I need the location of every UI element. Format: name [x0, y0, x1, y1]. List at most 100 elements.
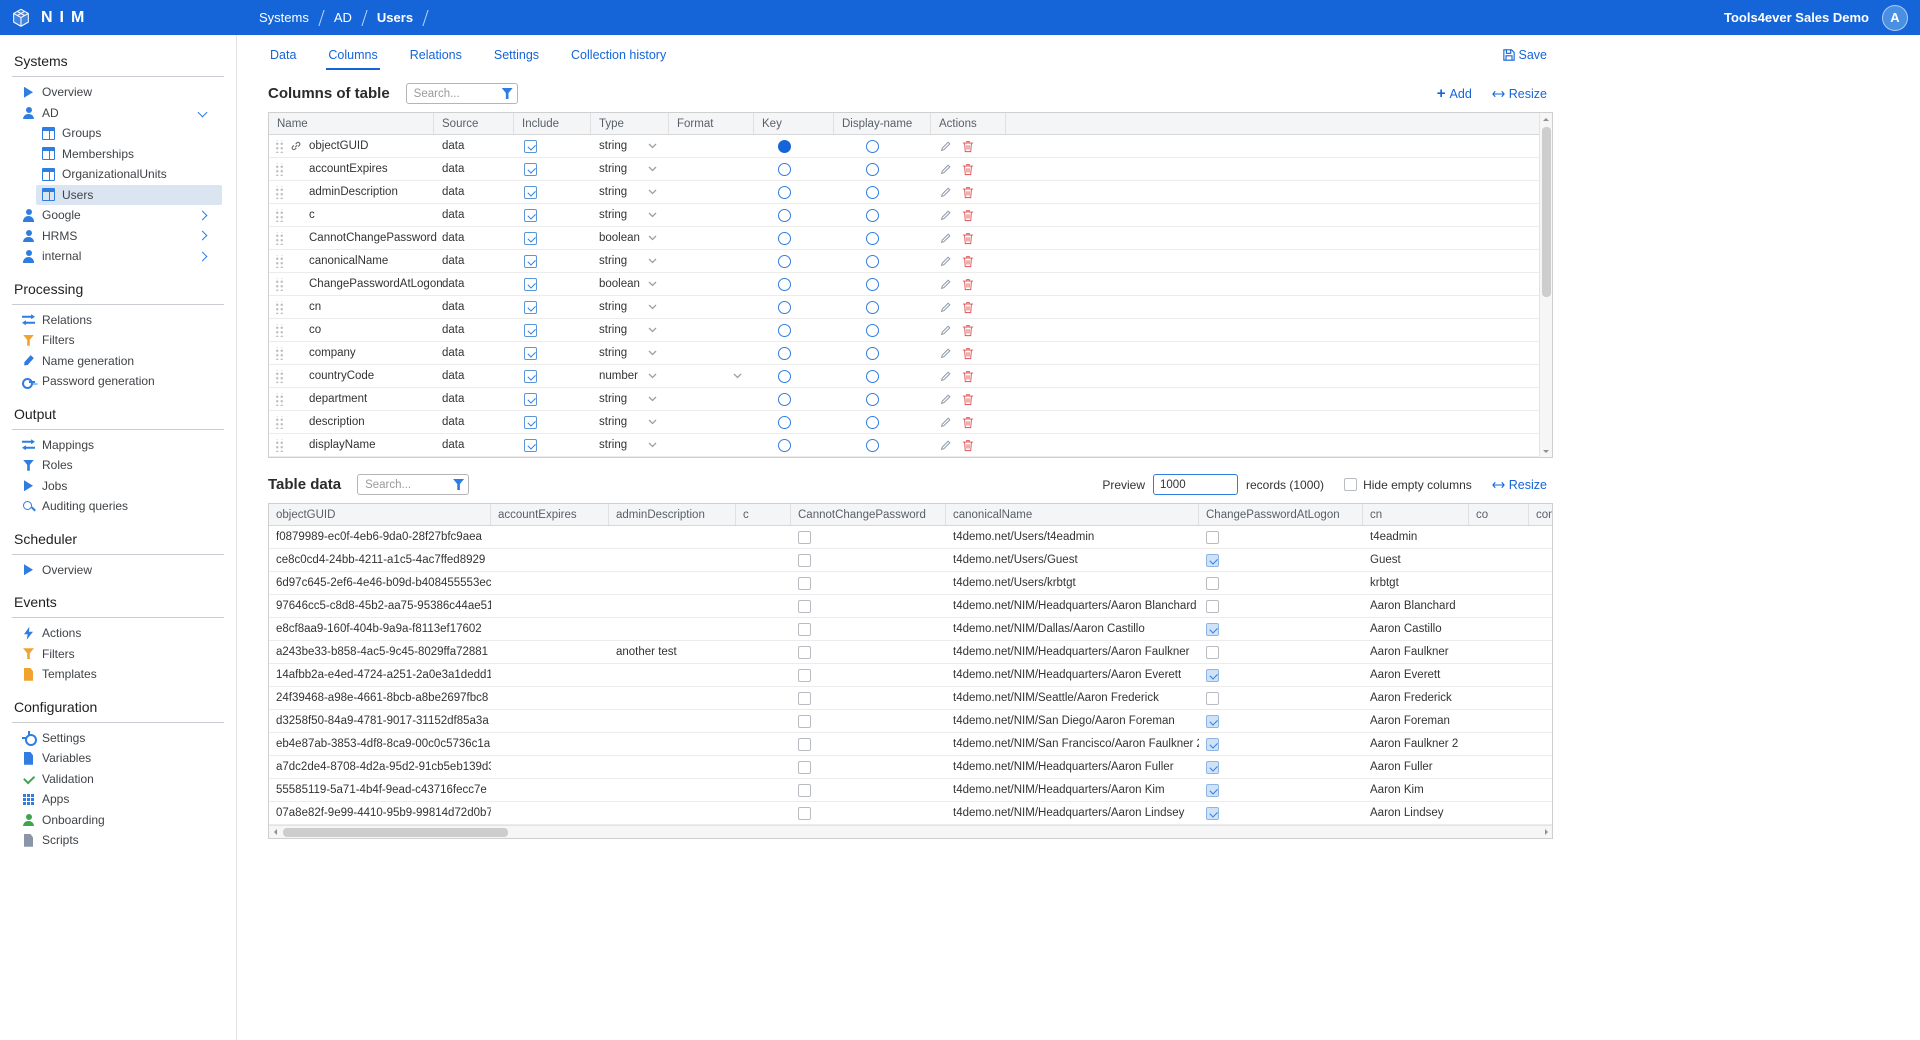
- include-checkbox[interactable]: [524, 140, 537, 153]
- type-dropdown-icon[interactable]: [648, 143, 657, 149]
- sidebar-item-overview[interactable]: Overview: [0, 560, 236, 581]
- sidebar-item-mappings[interactable]: Mappings: [0, 435, 236, 456]
- breadcrumb-item-systems[interactable]: Systems: [259, 10, 309, 25]
- edit-icon[interactable]: [939, 370, 952, 383]
- include-checkbox[interactable]: [524, 232, 537, 245]
- type-dropdown-icon[interactable]: [648, 189, 657, 195]
- cell-checkbox[interactable]: [1206, 531, 1219, 544]
- include-checkbox[interactable]: [524, 278, 537, 291]
- key-radio[interactable]: [778, 301, 791, 314]
- cell-checkbox[interactable]: [798, 531, 811, 544]
- resize-columns-button[interactable]: Resize: [1492, 87, 1547, 101]
- key-radio[interactable]: [778, 255, 791, 268]
- delete-icon[interactable]: [962, 347, 974, 360]
- cell-checkbox[interactable]: [1206, 669, 1219, 682]
- cell-checkbox[interactable]: [798, 692, 811, 705]
- cell-checkbox[interactable]: [798, 623, 811, 636]
- drag-handle-icon[interactable]: [275, 209, 284, 222]
- nim-logo[interactable]: NIM: [0, 7, 237, 29]
- cell-checkbox[interactable]: [1206, 784, 1219, 797]
- type-dropdown-icon[interactable]: [648, 350, 657, 356]
- cell-checkbox[interactable]: [798, 784, 811, 797]
- delete-icon[interactable]: [962, 255, 974, 268]
- delete-icon[interactable]: [962, 232, 974, 245]
- edit-icon[interactable]: [939, 416, 952, 429]
- displayname-radio[interactable]: [866, 232, 879, 245]
- delete-icon[interactable]: [962, 140, 974, 153]
- sidebar-item-organizationalunits[interactable]: OrganizationalUnits: [36, 164, 222, 185]
- type-dropdown-icon[interactable]: [648, 166, 657, 172]
- key-radio[interactable]: [778, 209, 791, 222]
- sidebar-item-google[interactable]: Google: [0, 205, 236, 226]
- chevron-right-icon[interactable]: [198, 210, 208, 220]
- sidebar-item-actions[interactable]: Actions: [0, 623, 236, 644]
- edit-icon[interactable]: [939, 347, 952, 360]
- scroll-left-arrow[interactable]: [270, 827, 281, 838]
- breadcrumb-item-users[interactable]: Users: [377, 10, 413, 25]
- include-checkbox[interactable]: [524, 255, 537, 268]
- displayname-radio[interactable]: [866, 301, 879, 314]
- key-radio[interactable]: [778, 278, 791, 291]
- tab-settings[interactable]: Settings: [492, 41, 541, 70]
- key-radio[interactable]: [778, 232, 791, 245]
- displayname-radio[interactable]: [866, 393, 879, 406]
- scroll-right-arrow[interactable]: [1540, 827, 1551, 838]
- sidebar-item-internal[interactable]: internal: [0, 246, 236, 267]
- key-radio[interactable]: [778, 370, 791, 383]
- cell-checkbox[interactable]: [1206, 692, 1219, 705]
- save-button[interactable]: Save: [1503, 48, 1548, 62]
- displayname-radio[interactable]: [866, 140, 879, 153]
- cell-checkbox[interactable]: [1206, 554, 1219, 567]
- chevron-down-icon[interactable]: [198, 108, 208, 118]
- sidebar-item-users[interactable]: Users: [36, 185, 222, 206]
- hide-empty-checkbox[interactable]: [1344, 478, 1357, 491]
- preview-count-input[interactable]: [1153, 474, 1238, 495]
- displayname-radio[interactable]: [866, 439, 879, 452]
- sidebar-item-filters[interactable]: Filters: [0, 330, 236, 351]
- edit-icon[interactable]: [939, 324, 952, 337]
- include-checkbox[interactable]: [524, 186, 537, 199]
- drag-handle-icon[interactable]: [275, 393, 284, 406]
- data-table-row[interactable]: f0879989-ec0f-4eb6-9da0-28f27bfc9aeat4de…: [269, 526, 1553, 549]
- cell-checkbox[interactable]: [1206, 715, 1219, 728]
- sidebar-item-relations[interactable]: Relations: [0, 310, 236, 331]
- drag-handle-icon[interactable]: [275, 232, 284, 245]
- sidebar-item-overview[interactable]: Overview: [0, 82, 236, 103]
- drag-handle-icon[interactable]: [275, 140, 284, 153]
- delete-icon[interactable]: [962, 324, 974, 337]
- cell-checkbox[interactable]: [798, 738, 811, 751]
- scroll-down-arrow[interactable]: [1541, 445, 1552, 456]
- edit-icon[interactable]: [939, 439, 952, 452]
- sidebar-item-filters[interactable]: Filters: [0, 644, 236, 665]
- displayname-radio[interactable]: [866, 416, 879, 429]
- sidebar-item-ad[interactable]: AD: [0, 103, 236, 124]
- edit-icon[interactable]: [939, 393, 952, 406]
- displayname-radio[interactable]: [866, 324, 879, 337]
- vertical-scrollbar-thumb[interactable]: [1542, 127, 1551, 297]
- include-checkbox[interactable]: [524, 439, 537, 452]
- scroll-up-arrow[interactable]: [1541, 114, 1552, 125]
- cell-checkbox[interactable]: [798, 646, 811, 659]
- drag-handle-icon[interactable]: [275, 370, 284, 383]
- chevron-right-icon[interactable]: [198, 251, 208, 261]
- delete-icon[interactable]: [962, 439, 974, 452]
- data-table-row[interactable]: 6d97c645-2ef6-4e46-b09d-b408455553ect4de…: [269, 572, 1553, 595]
- cell-checkbox[interactable]: [798, 715, 811, 728]
- include-checkbox[interactable]: [524, 301, 537, 314]
- sidebar-item-apps[interactable]: Apps: [0, 789, 236, 810]
- key-radio[interactable]: [778, 347, 791, 360]
- cell-checkbox[interactable]: [798, 807, 811, 820]
- data-table-row[interactable]: eb4e87ab-3853-4df8-8ca9-00c0c5736c1at4de…: [269, 733, 1553, 756]
- columns-search-input[interactable]: [406, 83, 518, 104]
- cell-checkbox[interactable]: [1206, 623, 1219, 636]
- sidebar-item-jobs[interactable]: Jobs: [0, 476, 236, 497]
- chevron-right-icon[interactable]: [198, 231, 208, 241]
- sidebar-item-hrms[interactable]: HRMS: [0, 226, 236, 247]
- edit-icon[interactable]: [939, 163, 952, 176]
- cell-checkbox[interactable]: [1206, 738, 1219, 751]
- include-checkbox[interactable]: [524, 324, 537, 337]
- data-table-row[interactable]: 97646cc5-c8d8-45b2-aa75-95386c44ae51t4de…: [269, 595, 1553, 618]
- include-checkbox[interactable]: [524, 163, 537, 176]
- type-dropdown-icon[interactable]: [648, 304, 657, 310]
- drag-handle-icon[interactable]: [275, 416, 284, 429]
